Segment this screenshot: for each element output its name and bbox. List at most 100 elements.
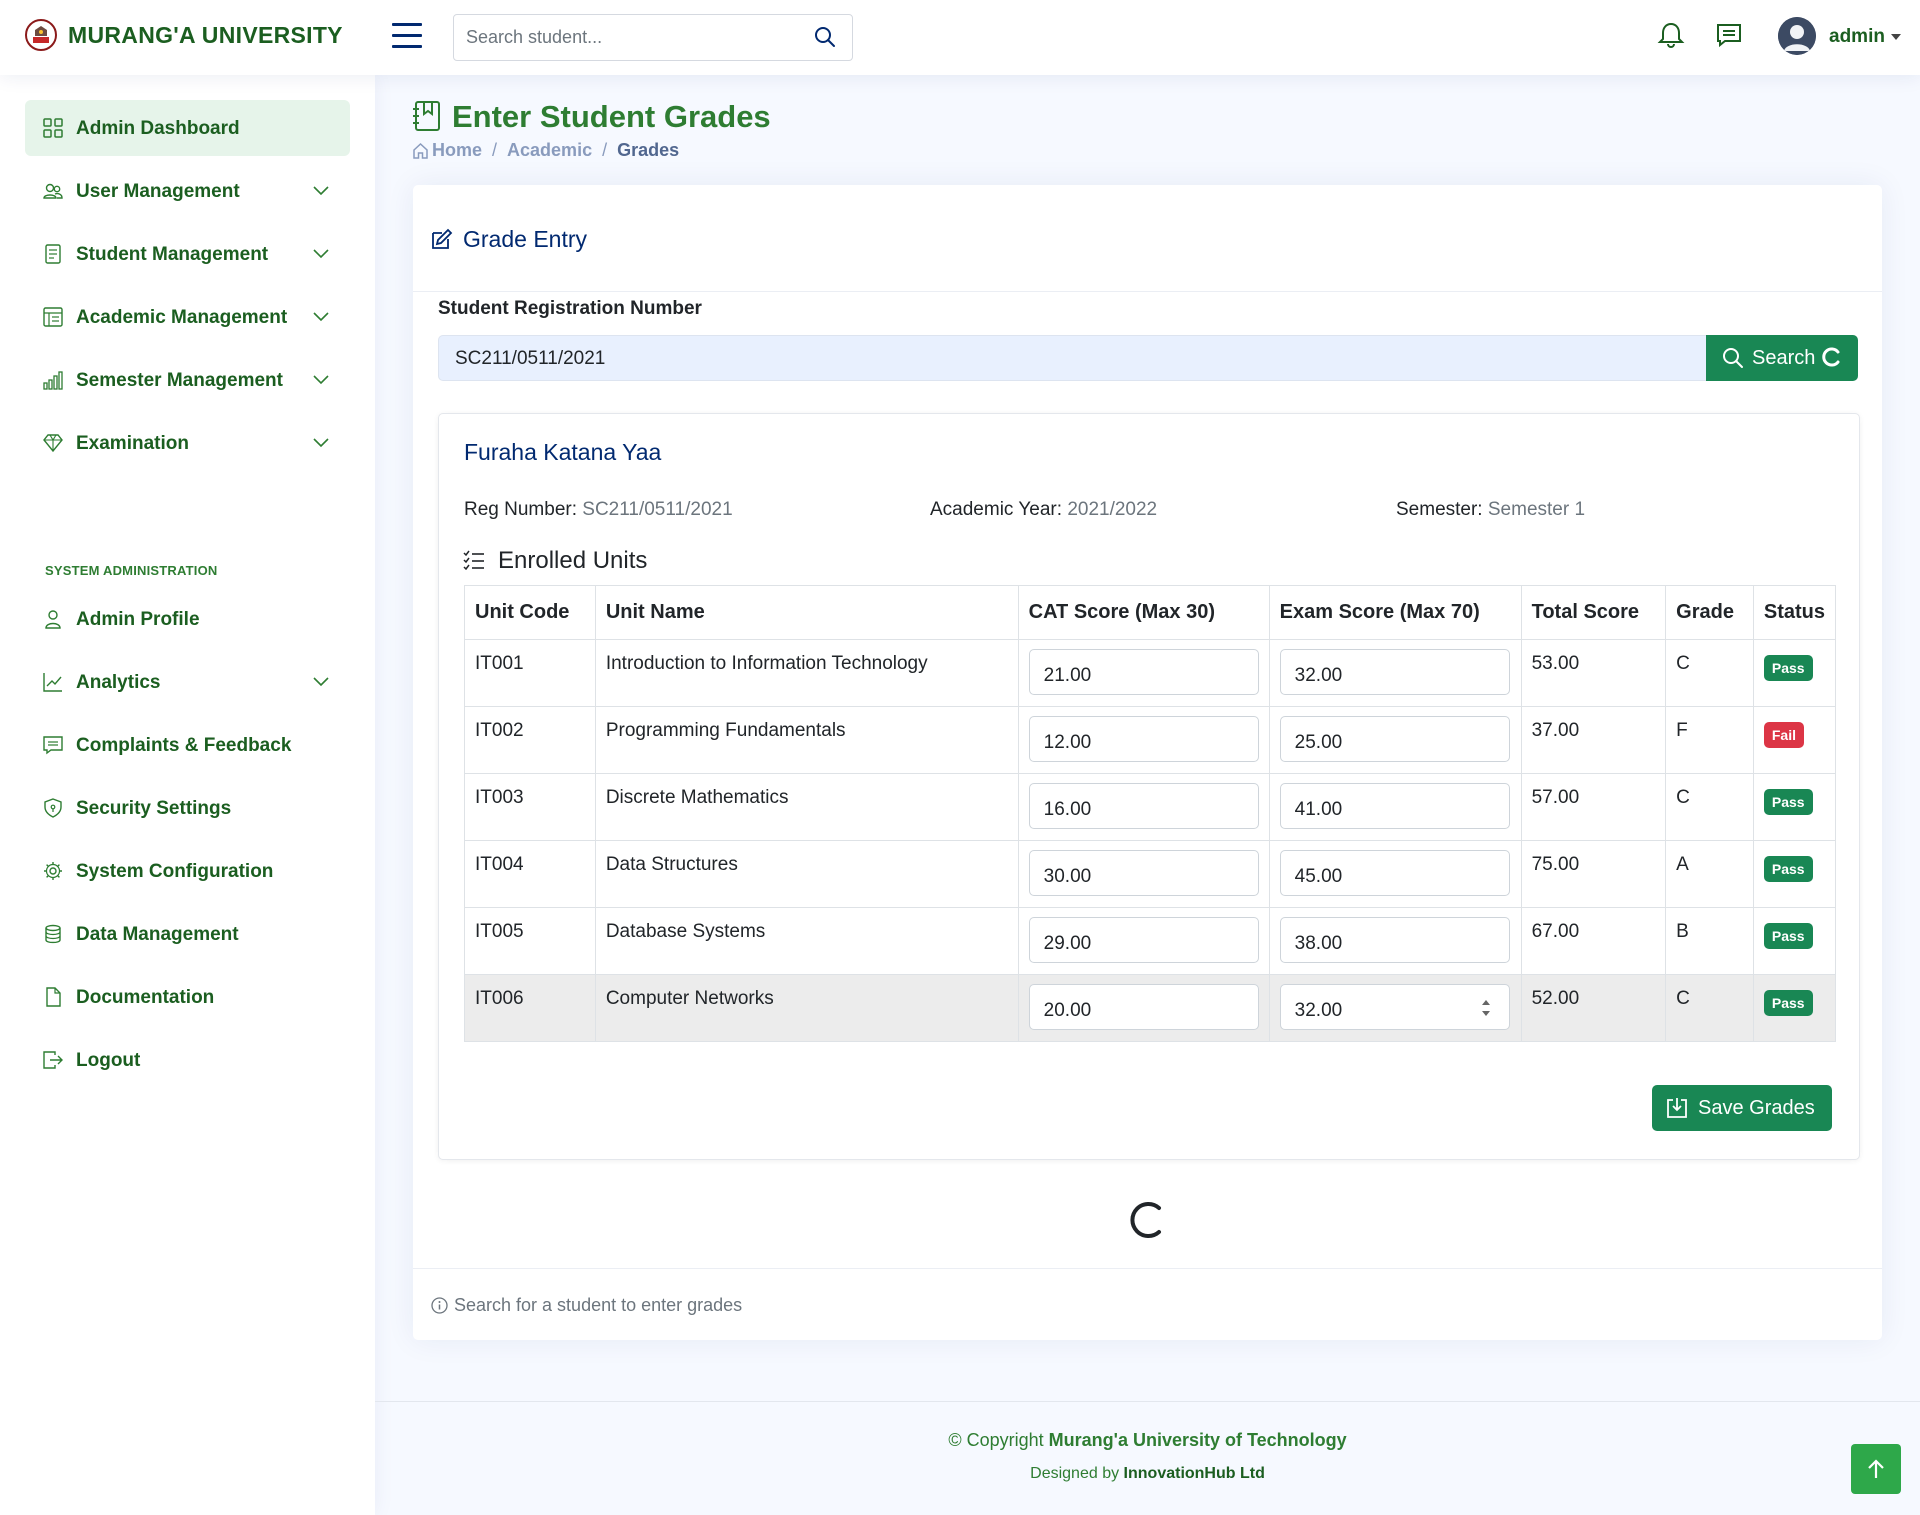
info-label: Semester: [1396, 499, 1483, 520]
logo[interactable]: MURANG'A UNIVERSITY [24, 18, 343, 52]
breadcrumb: Home / Academic / Grades [412, 140, 679, 161]
spinner-icon [1822, 347, 1840, 367]
cat-score-cell [1017, 773, 1270, 841]
sidebar-item-data-management[interactable]: Data Management [25, 906, 350, 962]
unit-code: IT005 [464, 907, 596, 975]
exam-score-input[interactable] [1292, 650, 1487, 699]
breadcrumb-separator: / [492, 140, 498, 160]
header-search [453, 14, 853, 61]
sidebar-item-documentation[interactable]: Documentation [25, 969, 350, 1025]
layout-text-icon [43, 307, 63, 327]
sidebar-item-student-management[interactable]: Student Management [25, 226, 350, 282]
sidebar-item-label: System Configuration [76, 861, 274, 882]
divider [413, 1268, 1882, 1269]
unit-name: Data Structures [594, 840, 1019, 908]
unit-name: Computer Networks [594, 974, 1019, 1042]
column-header: Unit Code [464, 585, 596, 640]
sidebar-item-examination[interactable]: Examination [25, 415, 350, 471]
unit-code: IT004 [464, 840, 596, 908]
status-badge: Pass [1763, 655, 1813, 681]
sidebar-item-system-configuration[interactable]: System Configuration [25, 843, 350, 899]
caret-down-icon[interactable] [1891, 34, 1901, 40]
bell-icon[interactable] [1656, 20, 1686, 50]
sidebar-item-admin-profile[interactable]: Admin Profile [25, 591, 350, 647]
designed-prefix: Designed by [1030, 1465, 1120, 1482]
cat-score-input[interactable] [1041, 851, 1236, 900]
search-student-button[interactable]: Search [1706, 335, 1858, 381]
exam-score-input[interactable] [1292, 717, 1487, 766]
toggle-sidebar-button[interactable] [392, 23, 422, 49]
user-name[interactable]: admin [1829, 26, 1885, 48]
logo-text: MURANG'A UNIVERSITY [68, 21, 343, 48]
save-grades-button[interactable]: Save Grades [1652, 1085, 1832, 1131]
table-row: IT004 Data Structures 75.00 A Pass [464, 840, 1837, 908]
loading-spinner-icon [1130, 1202, 1161, 1238]
chat-square-icon [43, 736, 63, 755]
table-header-row: Unit Code Unit Name CAT Score (Max 30) E… [464, 585, 1837, 640]
breadcrumb-home[interactable]: Home [432, 140, 482, 161]
exam-score-cell [1268, 840, 1522, 908]
sidebar-item-complaints-feedback[interactable]: Complaints & Feedback [25, 717, 350, 773]
designed-by: Designed by InnovationHub Ltd [375, 1465, 1920, 1483]
cat-score-cell [1017, 907, 1270, 975]
exam-score-cell [1268, 639, 1522, 707]
sidebar-item-logout[interactable]: Logout [25, 1032, 350, 1088]
table-row: IT003 Discrete Mathematics 57.00 C Pass [464, 773, 1837, 841]
chevron-down-icon [313, 186, 329, 196]
back-to-top-button[interactable] [1851, 1444, 1901, 1494]
cat-score-input[interactable] [1041, 784, 1236, 833]
semester-info: Semester: Semester 1 [1396, 499, 1585, 521]
university-crest-icon [25, 19, 57, 51]
search-icon[interactable] [814, 26, 836, 48]
sidebar-item-label: Semester Management [76, 370, 283, 391]
search-button-label: Search [1752, 347, 1816, 369]
designed-org[interactable]: InnovationHub Ltd [1124, 1465, 1265, 1482]
search-input[interactable] [464, 15, 798, 60]
unit-name: Programming Fundamentals [594, 706, 1019, 774]
cat-score-input[interactable] [1041, 717, 1236, 766]
exam-score-input[interactable] [1292, 784, 1487, 833]
reg-number-info: Reg Number: SC211/0511/2021 [464, 499, 733, 521]
table-row: IT006 Computer Networks 52.00 C Pass [464, 974, 1837, 1042]
page-title: Enter Student Grades [452, 99, 771, 134]
grid-icon [43, 118, 63, 138]
breadcrumb-academic[interactable]: Academic [507, 140, 592, 161]
student-grades-panel: Furaha Katana Yaa Reg Number: SC211/0511… [438, 413, 1860, 1160]
sidebar-item-label: Data Management [76, 924, 239, 945]
journal-icon [45, 244, 61, 264]
status-badge: Pass [1763, 789, 1813, 815]
chat-icon[interactable] [1714, 20, 1744, 50]
sidebar-item-label: Admin Profile [76, 609, 200, 630]
unit-code: IT002 [464, 706, 596, 774]
sidebar-item-academic-management[interactable]: Academic Management [25, 289, 350, 345]
avatar[interactable] [1778, 17, 1816, 55]
sidebar-item-semester-management[interactable]: Semester Management [25, 352, 350, 408]
sidebar-item-user-management[interactable]: User Management [25, 163, 350, 219]
sidebar-item-security-settings[interactable]: Security Settings [25, 780, 350, 836]
exam-score-input[interactable] [1292, 985, 1487, 1034]
status-cell: Fail [1752, 706, 1837, 774]
exam-score-input[interactable] [1292, 851, 1487, 900]
gem-icon [43, 434, 63, 453]
number-stepper-icon[interactable] [1481, 997, 1491, 1019]
exam-score-input[interactable] [1292, 918, 1487, 967]
cat-score-input[interactable] [1041, 650, 1236, 699]
breadcrumb-current: Grades [617, 140, 680, 160]
grade: F [1665, 706, 1754, 774]
chevron-down-icon [313, 375, 329, 385]
sidebar-item-admin-dashboard[interactable]: Admin Dashboard [25, 100, 350, 156]
grade: C [1665, 639, 1754, 707]
reg-number-input[interactable] [453, 336, 1717, 382]
cat-score-input[interactable] [1041, 985, 1236, 1034]
sidebar-item-analytics[interactable]: Analytics [25, 654, 350, 710]
unit-code: IT006 [464, 974, 596, 1042]
top-header: MURANG'A UNIVERSITY admin [0, 0, 1920, 75]
total-score: 75.00 [1520, 840, 1667, 908]
sidebar-item-label: User Management [76, 181, 240, 202]
chevron-down-icon [313, 249, 329, 259]
people-icon [43, 183, 63, 199]
status-badge: Pass [1763, 923, 1813, 949]
enrolled-units-title: Enrolled Units [498, 547, 648, 574]
cat-score-cell [1017, 974, 1270, 1042]
cat-score-input[interactable] [1041, 918, 1236, 967]
